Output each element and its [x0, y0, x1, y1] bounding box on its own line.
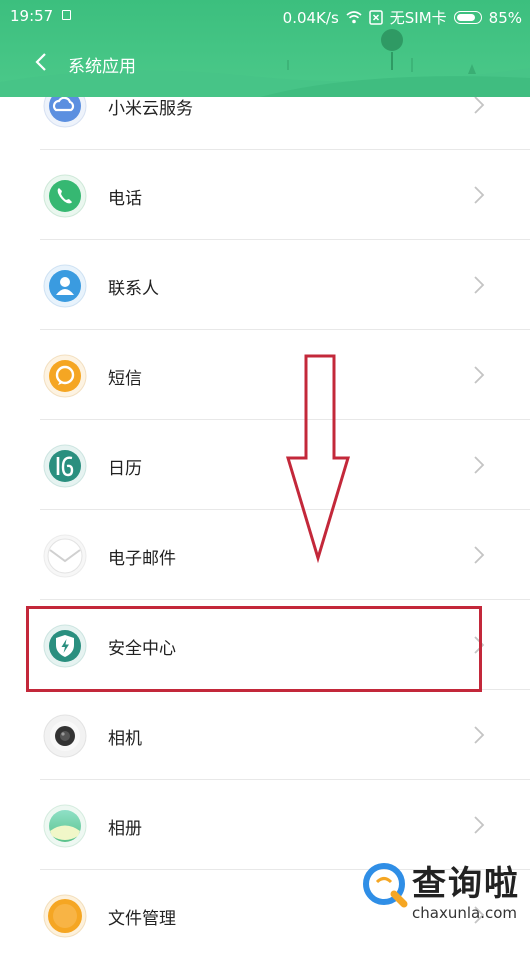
- chevron-right-icon: [474, 366, 485, 384]
- list-item-messages[interactable]: 短信: [0, 330, 530, 420]
- list-item-label: 相册: [108, 819, 142, 839]
- camera-icon: [43, 714, 87, 758]
- status-right: 0.04K/s 无SIM卡 85%: [283, 7, 522, 28]
- wifi-icon: [346, 11, 362, 24]
- annotation-down-arrow: [285, 354, 351, 564]
- battery-icon: [453, 11, 482, 24]
- watermark: 查询啦 chaxunla.com: [350, 850, 530, 942]
- list-item-label: 短信: [108, 369, 142, 389]
- list-item-label: 电子邮件: [108, 549, 176, 569]
- watermark-title: 查询啦: [412, 864, 520, 904]
- status-time: 19:57: [10, 7, 54, 25]
- back-arrow-icon[interactable]: [30, 50, 54, 74]
- message-icon: [43, 354, 87, 398]
- list-item-label: 文件管理: [108, 909, 176, 929]
- sim-status: 无SIM卡: [389, 9, 447, 27]
- battery-percent: 85%: [488, 8, 522, 27]
- no-sim-icon: [369, 10, 383, 25]
- notification-icon: [62, 10, 71, 20]
- mail-icon: [43, 534, 87, 578]
- list-item-label: 相机: [108, 729, 142, 749]
- watermark-site: chaxunla.com: [412, 904, 517, 922]
- chevron-right-icon: [474, 456, 485, 474]
- list-item-phone[interactable]: 电话: [0, 150, 530, 240]
- app-header: 19:57 0.04K/s 无SIM卡 85% 系统应用: [0, 0, 530, 97]
- chevron-right-icon: [474, 726, 485, 744]
- list-item-label: 日历: [108, 459, 142, 479]
- list-item-contacts[interactable]: 联系人: [0, 240, 530, 330]
- network-speed: 0.04K/s: [282, 8, 339, 27]
- annotation-highlight-box: [26, 606, 482, 692]
- battery-level: [456, 14, 475, 21]
- status-bar: 19:57 0.04K/s 无SIM卡 85%: [0, 0, 530, 32]
- list-item-calendar[interactable]: 日历: [0, 420, 530, 510]
- list-item-email[interactable]: 电子邮件: [0, 510, 530, 600]
- watermark-logo-icon: [363, 863, 408, 908]
- app-list: 小米云服务 电话 联系人 短信 日历 电子邮件 安全中心 相机 相册 文件管理: [0, 60, 530, 960]
- chevron-right-icon: [474, 816, 485, 834]
- calendar-icon: [43, 444, 87, 488]
- list-item-camera[interactable]: 相机: [0, 690, 530, 780]
- folder-icon: [43, 894, 87, 938]
- nav-bar: 系统应用: [0, 42, 530, 86]
- contacts-icon: [43, 264, 87, 308]
- chevron-right-icon: [474, 186, 485, 204]
- list-item-label: 电话: [108, 189, 142, 209]
- phone-icon: [43, 174, 87, 218]
- list-item-label: 联系人: [108, 279, 159, 299]
- chevron-right-icon: [474, 546, 485, 564]
- gallery-icon: [43, 804, 87, 848]
- page-title: 系统应用: [68, 57, 136, 77]
- chevron-right-icon: [474, 96, 485, 114]
- chevron-right-icon: [474, 276, 485, 294]
- list-item-label: 小米云服务: [108, 99, 193, 119]
